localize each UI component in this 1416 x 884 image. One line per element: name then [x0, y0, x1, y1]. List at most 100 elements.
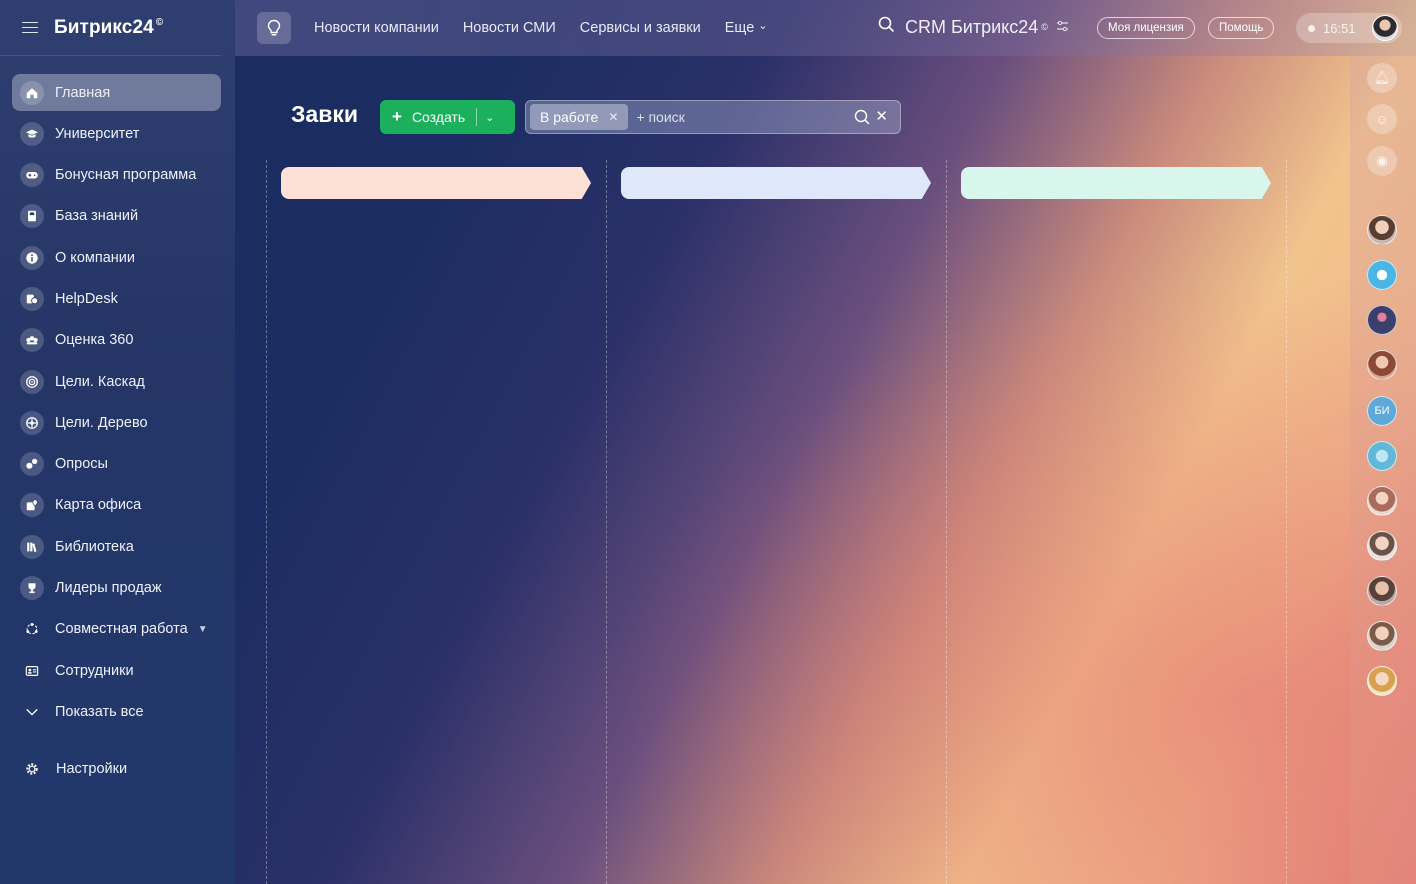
kanban-stage-header[interactable] [281, 167, 591, 199]
sidebar-item-show-all[interactable]: Показать все [12, 693, 221, 730]
sidebar-item-office-map[interactable]: Карта офиса [12, 487, 221, 524]
sidebar-item-label: Оценка 360 [55, 332, 134, 349]
lightbulb-icon[interactable] [257, 12, 291, 44]
sidebar-menu: Главная Университет Бонусная программа Б… [0, 56, 235, 730]
sidebar-item-label: Сотрудники [55, 662, 134, 679]
graduation-cap-icon [20, 121, 44, 146]
search-icon[interactable] [854, 109, 870, 130]
sidebar-item-university[interactable]: Университет [12, 115, 221, 152]
contact-avatar[interactable] [1367, 666, 1397, 696]
crm-title[interactable]: CRM Битрикс24 © [878, 16, 1069, 38]
contact-avatar[interactable] [1367, 621, 1397, 651]
chat-icon[interactable]: ◉ [1367, 146, 1397, 176]
page-title: Завки [291, 101, 358, 127]
home-icon [20, 80, 44, 105]
sidebar-item-goals-tree[interactable]: Цели. Дерево [12, 404, 221, 441]
sidebar-item-label: Цели. Каскад [55, 373, 145, 390]
sidebar-item-knowledge[interactable]: База знаний [12, 198, 221, 235]
plus-icon: + [392, 107, 402, 126]
contact-avatar[interactable] [1367, 350, 1397, 380]
sidebar-item-helpdesk[interactable]: HelpDesk [12, 280, 221, 317]
target-icon [20, 369, 44, 394]
contact-avatar-bi[interactable]: БИ [1367, 396, 1397, 426]
user-avatar[interactable] [1372, 15, 1398, 41]
smile-icon[interactable]: ☺︎ [1367, 104, 1397, 134]
column-divider [946, 160, 947, 884]
right-rail: 🔔︎ ☺︎ ◉ БИ [1350, 56, 1416, 884]
sidebar-item-label: Опросы [55, 456, 108, 473]
sidebar-header: Битрикс24 © [0, 0, 221, 56]
gear-icon [20, 757, 44, 781]
bell-icon[interactable]: 🔔︎ [1367, 63, 1397, 93]
sidebar-item-library[interactable]: Библиотека [12, 528, 221, 565]
nav-more[interactable]: Еще [725, 20, 768, 36]
create-button[interactable]: + Создать ⌄ [380, 100, 515, 134]
sidebar-item-label: Университет [55, 125, 140, 142]
rating-icon [20, 328, 44, 353]
library-icon [20, 534, 44, 559]
search-input[interactable] [636, 109, 837, 125]
contact-avatar[interactable] [1367, 576, 1397, 606]
kanban-stage-header[interactable] [621, 167, 931, 199]
work-time-widget[interactable]: 16:51 [1296, 13, 1402, 43]
contact-avatar[interactable] [1367, 260, 1397, 290]
sidebar-item-sales-leaders[interactable]: Лидеры продаж [12, 570, 221, 607]
sidebar-item-home[interactable]: Главная [12, 74, 221, 111]
settings-label: Настройки [56, 761, 128, 777]
chevron-down-icon: ▼ [197, 623, 208, 635]
sidebar-item-label: Показать все [55, 703, 144, 720]
sidebar-item-label: Библиотека [55, 538, 134, 555]
trophy-icon [20, 576, 44, 601]
sidebar-item-goals-cascade[interactable]: Цели. Каскад [12, 363, 221, 400]
nav-media-news[interactable]: Новости СМИ [463, 20, 556, 36]
sidebar-item-bonus[interactable]: Бонусная программа [12, 157, 221, 194]
contact-avatar[interactable] [1367, 486, 1397, 516]
contact-avatar[interactable] [1367, 215, 1397, 245]
sidebar-item-about[interactable]: О компании [12, 239, 221, 276]
top-nav: Новости компании Новости СМИ Сервисы и з… [314, 20, 767, 36]
sidebar-item-label: Бонусная программа [55, 167, 197, 184]
sidebar-item-rating360[interactable]: Оценка 360 [12, 322, 221, 359]
book-icon [20, 204, 44, 229]
contact-avatar[interactable] [1367, 441, 1397, 471]
sidebar-item-polls[interactable]: Опросы [12, 446, 221, 483]
close-icon[interactable]: ✕ [608, 110, 618, 124]
nav-company-news[interactable]: Новости компании [314, 20, 439, 36]
sidebar-item-label: Цели. Дерево [55, 414, 148, 431]
collab-icon [20, 617, 44, 641]
help-button[interactable]: Помощь [1208, 17, 1275, 39]
filter-tag-label: В работе [540, 109, 599, 125]
button-divider [476, 108, 478, 126]
settings-sliders-icon[interactable] [1056, 20, 1069, 35]
filter-tag[interactable]: В работе ✕ [530, 104, 629, 130]
chevron-down-icon [20, 700, 44, 724]
chevron-down-icon[interactable]: ⌄ [485, 111, 494, 124]
sidebar-item-employees[interactable]: Сотрудники [12, 652, 221, 689]
sidebar-item-label: Главная [55, 84, 111, 101]
poll-icon [20, 452, 44, 477]
my-license-button[interactable]: Моя лицензия [1097, 17, 1195, 39]
nav-services-requests[interactable]: Сервисы и заявки [580, 20, 701, 36]
clock-time: 16:51 [1323, 20, 1356, 36]
info-icon [20, 245, 44, 270]
helpdesk-icon [20, 286, 44, 311]
sidebar-item-label: Карта офиса [55, 497, 142, 514]
sidebar-item-label: Совместная работа [55, 621, 188, 638]
app-logo[interactable]: Битрикс24 © [54, 17, 163, 39]
status-dot-icon [1308, 24, 1315, 32]
sidebar-item-collaboration[interactable]: Совместная работа ▼ [12, 611, 221, 648]
menu-toggle-icon[interactable] [22, 21, 38, 34]
filter-search-bar[interactable]: В работе ✕ ✕ [525, 100, 901, 134]
column-divider [266, 160, 267, 884]
close-icon[interactable]: ✕ [875, 107, 888, 125]
top-bar: Новости компании Новости СМИ Сервисы и з… [235, 0, 1416, 56]
sidebar-item-settings[interactable]: Настройки [20, 757, 127, 781]
contact-avatar[interactable] [1367, 305, 1397, 335]
kanban-stage-header[interactable] [961, 167, 1271, 199]
sidebar-item-label: О компании [55, 249, 135, 266]
search-icon[interactable] [878, 16, 895, 38]
sidebar-item-label: База знаний [55, 208, 139, 225]
crm-title-text: CRM Битрикс24 [905, 16, 1039, 37]
tree-target-icon [20, 410, 44, 435]
contact-avatar[interactable] [1367, 531, 1397, 561]
